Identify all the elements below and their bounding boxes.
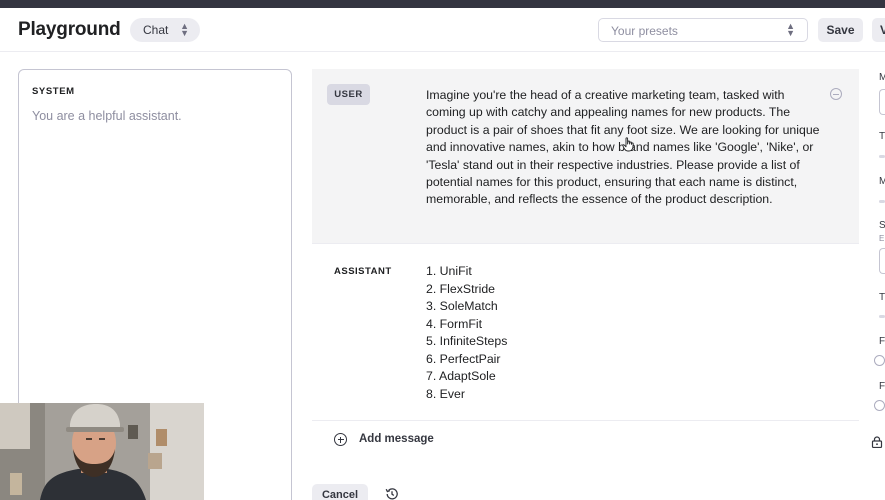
user-role-toggle[interactable]: USER	[327, 84, 370, 105]
settings-label: S	[879, 220, 885, 231]
assistant-message-text[interactable]: 1. UniFit 2. FlexStride 3. SoleMatch 4. …	[426, 263, 507, 403]
model-select[interactable]	[879, 89, 885, 115]
browser-top-strip	[0, 0, 885, 8]
list-item: 8. Ever	[426, 386, 465, 401]
settings-label: M	[879, 176, 885, 187]
view-code-button[interactable]: V	[872, 18, 885, 42]
save-button[interactable]: Save	[818, 18, 863, 42]
remove-message-icon[interactable]	[830, 88, 842, 100]
settings-label: T	[879, 131, 885, 142]
chevron-up-down-icon: ▲ ▼	[786, 21, 795, 38]
list-item: 4. FormFit	[426, 316, 483, 331]
settings-label: T	[879, 292, 885, 303]
assistant-role-toggle[interactable]: ASSISTANT	[334, 266, 392, 277]
temperature-slider[interactable]	[879, 155, 885, 158]
max-length-slider[interactable]	[879, 200, 885, 203]
system-label: SYSTEM	[32, 86, 75, 97]
settings-sidebar: M T M S E T F F	[866, 52, 885, 500]
hand-cursor-icon	[622, 137, 634, 152]
webcam-overlay	[0, 403, 204, 500]
frequency-penalty-slider-handle[interactable]	[874, 355, 885, 366]
mode-selector-label: Chat	[143, 23, 169, 37]
list-item: 5. InfiniteSteps	[426, 334, 508, 348]
plus-circle-icon	[334, 433, 347, 446]
settings-label: F	[879, 381, 885, 392]
list-item: 2. FlexStride	[426, 281, 496, 296]
assistant-message[interactable]: ASSISTANT 1. UniFit 2. FlexStride 3. Sol…	[312, 245, 859, 421]
cancel-button[interactable]: Cancel	[312, 484, 368, 500]
lock-icon	[871, 436, 883, 448]
presets-placeholder: Your presets	[611, 24, 678, 38]
stop-sequences-input[interactable]	[879, 248, 885, 274]
settings-label: F	[879, 336, 885, 347]
playground-header: Playground Chat ▲ ▼ Your presets ▲ ▼ Save …	[0, 8, 885, 52]
add-message-label: Add message	[359, 433, 434, 445]
page-title: Playground	[18, 19, 121, 40]
list-item: 3. SoleMatch	[426, 299, 498, 313]
mode-selector[interactable]: Chat ▲ ▼	[130, 18, 200, 42]
presence-penalty-slider-handle[interactable]	[874, 400, 885, 411]
settings-hint: E	[879, 234, 885, 243]
top-p-slider[interactable]	[879, 315, 885, 318]
presets-select[interactable]: Your presets ▲ ▼	[598, 18, 808, 42]
list-item: 7. AdaptSole	[426, 369, 496, 383]
list-item: 1. UniFit	[426, 264, 472, 278]
chevron-up-down-icon: ▲ ▼	[180, 21, 189, 38]
system-message-input[interactable]: You are a helpful assistant.	[32, 109, 182, 123]
history-icon[interactable]	[385, 487, 399, 500]
list-item: 6. PerfectPair	[426, 351, 501, 366]
user-message[interactable]: USER Imagine you're the head of a creati…	[312, 69, 859, 244]
settings-label: M	[879, 72, 885, 83]
